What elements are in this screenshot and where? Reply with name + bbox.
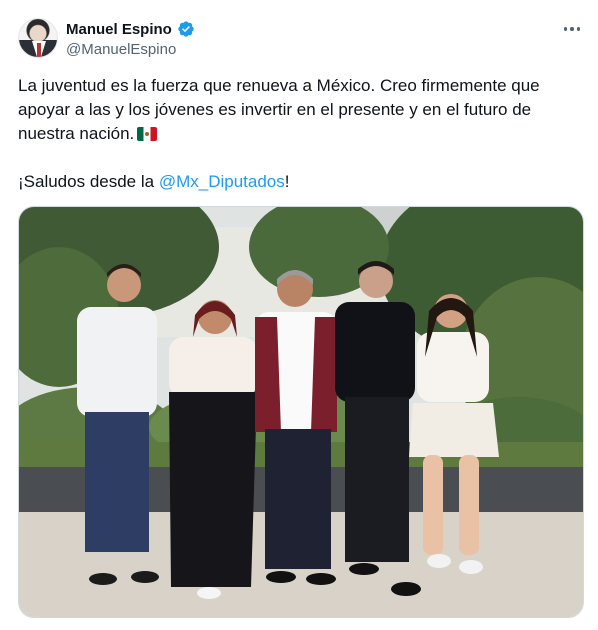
author-name[interactable]: Manuel Espino [66,21,172,38]
greeting-prefix: ¡Saludos desde la [18,172,159,191]
more-options-icon[interactable] [562,22,582,36]
author-handle[interactable]: @ManuelEspino [66,41,176,58]
tweet-paragraph-1: La juventud es la fuerza que renueva a M… [18,74,583,146]
tweet-paragraph-2: ¡Saludos desde la @Mx_Diputados! [18,170,583,194]
tweet-text: La juventud es la fuerza que renueva a M… [18,74,583,194]
verified-badge-icon [178,21,194,37]
greeting-suffix: ! [284,172,290,191]
tweet-card[interactable]: Manuel Espino @ManuelEspino La juventud … [0,0,598,630]
author-name-row: Manuel Espino [66,20,195,38]
mexico-flag-icon [137,127,158,141]
group-photo-illustration [19,207,583,617]
mention-link[interactable]: @Mx_Diputados [159,172,285,191]
tweet-photo[interactable] [18,206,584,618]
avatar[interactable] [18,18,58,58]
tweet-body: La juventud es la fuerza que renueva a M… [18,76,540,143]
